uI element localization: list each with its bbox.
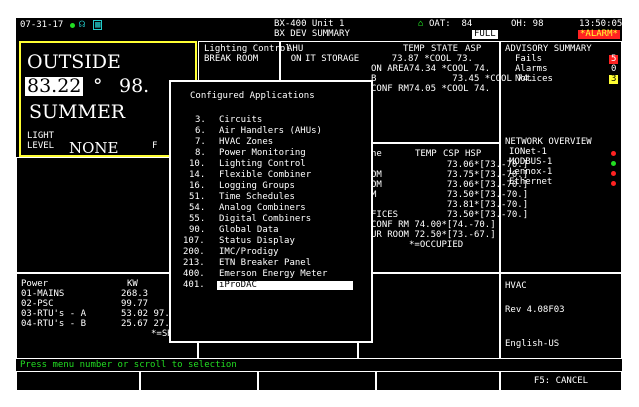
info-language: English-US — [505, 339, 560, 349]
light-level-value: NONE — [69, 139, 119, 157]
softkey-bar: F5: CANCEL — [16, 368, 622, 392]
advisory-alarms-count[interactable]: 0 — [611, 65, 616, 74]
status-dot-icon — [611, 180, 616, 189]
zone-row: UR ROOM 72.50*[73.-67.] — [371, 230, 496, 240]
light-label: LIGHT — [27, 131, 55, 141]
lighting-title: Lighting Control — [204, 44, 291, 54]
level-label: LEVEL — [27, 141, 55, 151]
outside-humidity: 98. — [119, 75, 150, 97]
outside-title: OUTSIDE — [27, 51, 121, 73]
status-dot-icon — [611, 150, 616, 159]
zones-header-hsp: HSP — [465, 149, 482, 159]
softkey-2[interactable] — [140, 372, 258, 392]
oh-readout: OH: 98 — [511, 19, 544, 29]
network-item-modbus: MODBUS-1 — [509, 157, 553, 167]
advisory-notices-count[interactable]: 3 — [609, 75, 619, 84]
oat-readout: OAT: 84 — [429, 19, 473, 29]
zone-row: CONF RM 74.00*[74.-70.] — [371, 220, 496, 230]
network-title: NETWORK OVERVIEW — [505, 137, 592, 147]
advisory-title: ADVISORY SUMMARY — [505, 44, 592, 54]
power-row-name: 03-RTU's - A — [21, 309, 87, 319]
header-time: 13:50:05 — [579, 19, 623, 29]
power-row-name: 01-MAINS — [21, 289, 65, 299]
home-icon: ⌂ — [418, 19, 424, 29]
ahu-header-state: STATE — [431, 44, 459, 54]
outside-temp: 83.22 — [25, 75, 84, 97]
network-icon: ▦ — [93, 20, 103, 30]
status-dot-icon — [611, 160, 616, 169]
ahu-header-asp: ASP — [465, 44, 482, 54]
menu-item-selected[interactable]: 401. iProDAC — [171, 281, 371, 292]
power-row-name: 04-RTU's - B — [21, 319, 87, 329]
network-item-lennox: Lennox-1 — [509, 167, 553, 177]
ahu-row: CONF RM74.05 *COOL 74. — [371, 84, 491, 94]
full-badge: FULL — [472, 29, 498, 39]
terminal-display: 07-31-17 ☊ ▦ BX-400 Unit 1 BX DEV SUMMAR… — [16, 18, 623, 392]
advisory-network-panel[interactable]: ADVISORY SUMMARY Fails 5 Alarms 0 Notice… — [500, 41, 622, 273]
page-title: BX DEV SUMMARY — [274, 29, 350, 39]
info-panel: HVAC Rev 4.08F03 English-US — [500, 273, 622, 359]
softkey-4[interactable] — [376, 372, 500, 392]
advisory-fails-count[interactable]: 5 — [609, 55, 619, 64]
advisory-notices-label: Notices — [515, 74, 553, 84]
power-row-name: 02-PSC — [21, 299, 54, 309]
outside-temp-unit: ° — [93, 75, 103, 97]
ahu-row: IT STORAGE 73.87 *COOL 73. — [305, 54, 473, 64]
advisory-fails-label: Fails — [515, 54, 543, 64]
configured-applications-menu[interactable]: Configured Applications 3. Circuits 6. Air… — [169, 80, 373, 343]
info-revision: Rev 4.08F03 — [505, 305, 565, 315]
zones-footer: *=OCCUPIED — [409, 240, 464, 250]
wifi-icon: ☊ — [79, 19, 86, 30]
light-partial: F — [152, 141, 158, 151]
softkey-cancel[interactable]: F5: CANCEL — [500, 372, 622, 392]
softkey-3[interactable] — [258, 372, 376, 392]
power-row-kw: 99.77 — [121, 299, 149, 309]
network-item-ethernet: Ethernet — [509, 177, 553, 187]
ahu-header-name: AHU — [287, 44, 304, 54]
ahu-row: ON AREA74.34 *COOL 74. — [371, 64, 491, 74]
ahu-header-temp: TEMP — [403, 44, 425, 54]
menu-title: Configured Applications — [190, 91, 315, 101]
info-hvac: HVAC — [505, 281, 527, 291]
green-status-dot-icon — [70, 22, 75, 31]
header-date: 07-31-17 — [20, 20, 64, 30]
screenshot-frame: 07-31-17 ☊ ▦ BX-400 Unit 1 BX DEV SUMMAR… — [0, 0, 639, 407]
zones-header-temp: TEMP — [415, 149, 437, 159]
power-header-kw: KW — [127, 279, 138, 289]
zones-header-csp: CSP — [443, 149, 460, 159]
empty-panel-bottom-right — [358, 273, 500, 359]
power-header-name: Power — [21, 279, 49, 289]
power-row-kw: 268.3 — [121, 289, 149, 299]
softkey-1[interactable] — [16, 372, 140, 392]
season-label: SUMMER — [29, 101, 126, 123]
network-item-ionet: IONet-1 — [509, 147, 547, 157]
status-dot-icon — [611, 170, 616, 179]
alarm-badge[interactable]: *ALARM* — [578, 30, 620, 39]
advisory-alarms-label: Alarms — [515, 64, 548, 74]
unit-name: BX-400 Unit 1 — [274, 19, 345, 29]
